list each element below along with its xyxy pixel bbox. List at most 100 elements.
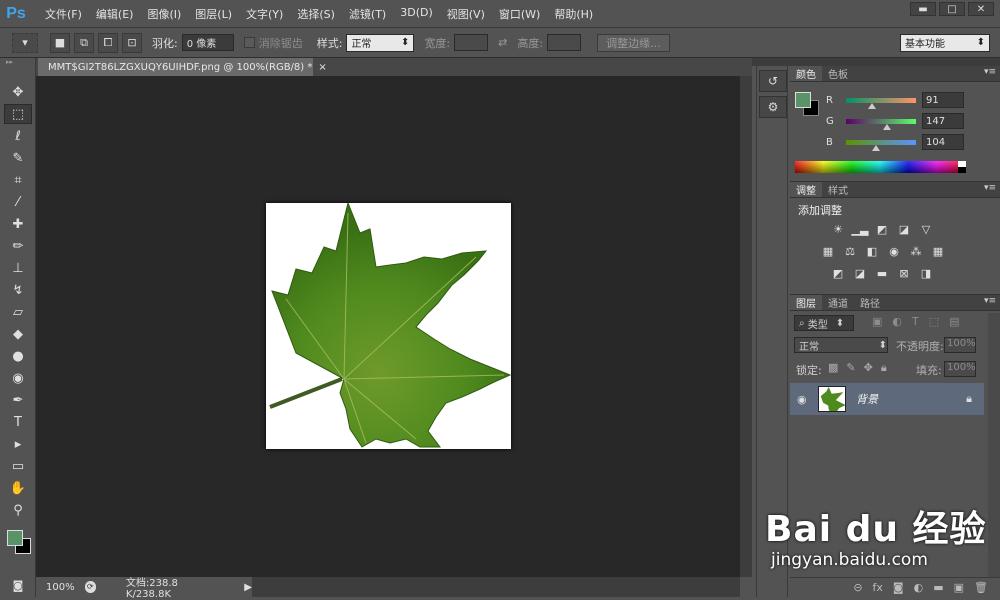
properties-panel-icon[interactable]: ⚙ <box>759 96 787 118</box>
menu-file[interactable]: 文件(F) <box>38 6 89 22</box>
zoom-level[interactable]: 100% <box>46 582 75 593</box>
add-mask-icon[interactable]: ◙ <box>893 581 904 594</box>
tab-swatches[interactable]: 色板 <box>822 66 854 81</box>
b-slider[interactable] <box>846 139 916 151</box>
eye-icon[interactable]: ◉ <box>797 393 807 406</box>
intersect-selection-icon[interactable]: ⊡ <box>122 32 142 53</box>
opacity-input[interactable]: 100% <box>944 337 976 353</box>
history-brush-tool-icon[interactable]: ↯ <box>4 280 32 300</box>
minimize-button[interactable]: ▬ <box>910 2 936 16</box>
layer-name[interactable]: 背景 <box>856 391 878 407</box>
channel-mixer-icon[interactable]: ⁂ <box>908 244 924 258</box>
refine-edge-button[interactable]: 调整边缘... <box>597 33 670 52</box>
pen-tool-icon[interactable]: ✒ <box>4 390 32 410</box>
curves-icon[interactable]: ◩ <box>874 222 890 236</box>
width-input[interactable] <box>454 34 489 51</box>
horizontal-scrollbar[interactable] <box>252 577 740 597</box>
g-slider[interactable] <box>846 118 916 130</box>
status-options-icon[interactable]: ⟳ <box>84 581 96 593</box>
marquee-preset-icon[interactable]: ▾ <box>12 32 38 53</box>
history-panel-icon[interactable]: ↺ <box>759 70 787 92</box>
menu-type[interactable]: 文字(Y) <box>239 6 290 22</box>
vertical-scrollbar[interactable] <box>740 76 752 577</box>
rect-marquee-tool-icon[interactable]: ⬚ <box>4 104 32 124</box>
hand-tool-icon[interactable]: ✋ <box>4 478 32 498</box>
zoom-tool-icon[interactable]: ⚲ <box>4 500 32 520</box>
lock-pixels-icon[interactable]: ✎ <box>846 361 855 375</box>
menu-view[interactable]: 视图(V) <box>440 6 492 22</box>
layer-row-background[interactable]: ◉ 背景 🔒︎ <box>790 383 984 415</box>
stamp-tool-icon[interactable]: ⊥ <box>4 258 32 278</box>
document-canvas[interactable] <box>266 201 512 449</box>
crop-tool-icon[interactable]: ⌗ <box>4 170 32 190</box>
quick-select-tool-icon[interactable]: ✎ <box>4 148 32 168</box>
shape-tool-icon[interactable]: ▭ <box>4 456 32 476</box>
r-slider[interactable] <box>846 97 916 109</box>
filter-smart-icon[interactable]: ▤ <box>949 315 959 328</box>
posterize-icon[interactable]: ◪ <box>852 266 868 280</box>
paint-bucket-tool-icon[interactable]: ◆ <box>4 324 32 344</box>
feather-input[interactable]: 0 像素 <box>181 34 234 51</box>
eyedropper-tool-icon[interactable]: ⁄ <box>4 192 32 212</box>
g-value-input[interactable]: 147 <box>922 113 964 129</box>
menu-edit[interactable]: 编辑(E) <box>89 6 141 22</box>
path-select-tool-icon[interactable]: ▸ <box>4 434 32 454</box>
panel-menu-icon[interactable]: ▾≡ <box>984 67 996 77</box>
brightness-icon[interactable]: ☀ <box>830 222 846 236</box>
panel-menu-icon[interactable]: ▾≡ <box>984 296 996 306</box>
b-value-input[interactable]: 104 <box>922 134 964 150</box>
tab-styles[interactable]: 样式 <box>822 182 854 197</box>
new-layer-icon[interactable]: ▣ <box>954 581 964 594</box>
panel-foreground-swatch[interactable] <box>795 92 811 108</box>
filter-adjustment-icon[interactable]: ◐ <box>892 315 902 328</box>
type-tool-icon[interactable]: T <box>4 412 32 432</box>
fx-icon[interactable]: fx <box>873 581 883 594</box>
gradient-map-icon[interactable]: ⊠ <box>896 266 912 280</box>
tab-paths[interactable]: 路径 <box>854 295 886 310</box>
filter-shape-icon[interactable]: ⬚ <box>929 315 939 328</box>
selective-color-icon[interactable]: ◨ <box>918 266 934 280</box>
quick-mask-icon[interactable]: ◙ <box>4 575 32 595</box>
lasso-tool-icon[interactable]: ℓ <box>4 126 32 146</box>
color-balance-icon[interactable]: ⚖ <box>842 244 858 258</box>
toolbox-collapse-icon[interactable]: ▸▸ <box>0 58 35 66</box>
new-selection-icon[interactable]: ■ <box>50 32 70 53</box>
color-lookup-icon[interactable]: ▦ <box>930 244 946 258</box>
menu-image[interactable]: 图像(I) <box>140 6 188 22</box>
vibrance-icon[interactable]: ▽ <box>918 222 934 236</box>
delete-layer-icon[interactable]: 🗑︎ <box>974 581 988 594</box>
spectrum-white-black-swatch[interactable] <box>958 161 966 173</box>
filter-type-icon[interactable]: T <box>912 315 919 328</box>
dodge-tool-icon[interactable]: ◉ <box>4 368 32 388</box>
layer-filter-select[interactable]: ⌕ 类型 ⬍ <box>794 315 854 331</box>
hue-saturation-icon[interactable]: ▦ <box>820 244 836 258</box>
fill-input[interactable]: 100% <box>944 361 976 377</box>
move-tool-icon[interactable]: ✥ <box>4 82 32 102</box>
new-adjustment-icon[interactable]: ◐ <box>914 581 924 594</box>
menu-help[interactable]: 帮助(H) <box>547 6 600 22</box>
blend-mode-select[interactable]: 正常 ⬍ <box>794 337 888 353</box>
antialias-checkbox[interactable] <box>243 37 255 48</box>
r-value-input[interactable]: 91 <box>922 92 964 108</box>
status-menu-arrow-icon[interactable]: ▶ <box>244 582 252 593</box>
maximize-button[interactable]: □ <box>939 2 965 16</box>
brush-tool-icon[interactable]: ✏ <box>4 236 32 256</box>
document-tab[interactable]: MMT$GI2T86LZGXUQY6UIHDF.png @ 100%(RGB/8… <box>38 58 327 76</box>
menu-window[interactable]: 窗口(W) <box>492 6 547 22</box>
new-group-icon[interactable]: ▬ <box>933 581 943 594</box>
healing-brush-tool-icon[interactable]: ✚ <box>4 214 32 234</box>
swap-icon[interactable]: ⇄ <box>498 36 507 49</box>
close-tab-icon[interactable]: × <box>318 62 326 73</box>
tab-adjustments[interactable]: 调整 <box>790 182 822 197</box>
color-spectrum-bar[interactable] <box>795 161 965 173</box>
lock-transparent-icon[interactable]: ▩ <box>828 361 838 375</box>
link-layers-icon[interactable]: ⊝ <box>853 581 862 594</box>
black-white-icon[interactable]: ◧ <box>864 244 880 258</box>
tab-color[interactable]: 颜色 <box>790 66 822 81</box>
photo-filter-icon[interactable]: ◉ <box>886 244 902 258</box>
subtract-selection-icon[interactable]: ⧠ <box>98 32 118 53</box>
menu-layer[interactable]: 图层(L) <box>188 6 239 22</box>
blur-tool-icon[interactable]: ● <box>4 346 32 366</box>
menu-select[interactable]: 选择(S) <box>290 6 342 22</box>
close-button[interactable]: ✕ <box>968 2 994 16</box>
